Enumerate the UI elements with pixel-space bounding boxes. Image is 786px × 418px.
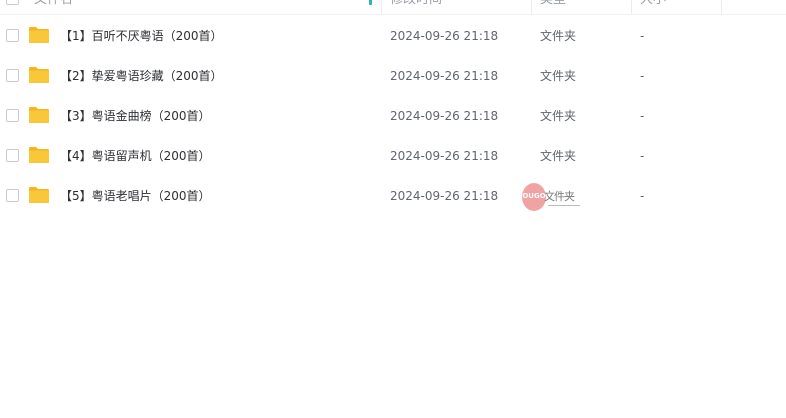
row-checkbox[interactable] [6, 149, 19, 162]
file-size: - [640, 69, 645, 83]
row-checkbox[interactable] [6, 189, 19, 202]
file-mtime: 2024-09-26 21:18 [390, 69, 499, 83]
file-list-header: 文件名 修改时间 类型 大小 [0, 0, 786, 15]
column-header-mtime[interactable]: 修改时间 [390, 0, 442, 14]
file-size: - [640, 189, 645, 203]
file-name[interactable]: 【3】粤语金曲榜（200首） [60, 96, 211, 136]
file-mtime: 2024-09-26 21:18 [390, 189, 499, 203]
file-size: - [640, 109, 645, 123]
file-size: - [640, 29, 645, 43]
file-type: 文件夹 [540, 29, 577, 43]
column-divider[interactable] [531, 0, 532, 14]
sort-indicator-icon[interactable] [369, 0, 372, 5]
row-checkbox[interactable] [6, 69, 19, 82]
row-checkbox[interactable] [6, 29, 19, 42]
file-name[interactable]: 【1】百听不厌粤语（200首） [60, 16, 223, 56]
column-header-size[interactable]: 大小 [640, 0, 666, 14]
file-mtime: 2024-09-26 21:18 [390, 109, 499, 123]
file-row[interactable]: 【1】百听不厌粤语（200首） 2024-09-26 21:18 文件夹 - [0, 16, 786, 56]
file-type: 文件夹 [540, 149, 577, 163]
file-row[interactable]: 【5】粤语老唱片（200首） 2024-09-26 21:18 - [0, 176, 786, 216]
file-mtime: 2024-09-26 21:18 [390, 149, 499, 163]
file-list: 【1】百听不厌粤语（200首） 2024-09-26 21:18 文件夹 - 【… [0, 16, 786, 216]
folder-icon [28, 186, 50, 204]
column-header-type[interactable]: 类型 [540, 0, 566, 14]
file-mtime: 2024-09-26 21:18 [390, 29, 499, 43]
column-header-name[interactable]: 文件名 [34, 0, 73, 14]
file-row[interactable]: 【2】挚爱粤语珍藏（200首） 2024-09-26 21:18 文件夹 - [0, 56, 786, 96]
folder-icon [28, 66, 50, 84]
file-type: 文件夹 [540, 69, 577, 83]
select-all-checkbox[interactable] [6, 0, 19, 5]
column-divider[interactable] [721, 0, 722, 14]
file-row[interactable]: 【3】粤语金曲榜（200首） 2024-09-26 21:18 文件夹 - [0, 96, 786, 136]
file-name[interactable]: 【4】粤语留声机（200首） [60, 136, 211, 176]
file-list-page: 文件名 修改时间 类型 大小 【1】百听不厌粤语（200首） 2024-09-2… [0, 0, 786, 418]
row-checkbox[interactable] [6, 109, 19, 122]
folder-icon [28, 146, 50, 164]
file-name[interactable]: 【2】挚爱粤语珍藏（200首） [60, 56, 223, 96]
column-divider[interactable] [631, 0, 632, 14]
folder-icon [28, 26, 50, 44]
file-size: - [640, 149, 645, 163]
folder-icon [28, 106, 50, 124]
file-name[interactable]: 【5】粤语老唱片（200首） [60, 176, 211, 216]
column-divider[interactable] [381, 0, 382, 14]
file-row[interactable]: 【4】粤语留声机（200首） 2024-09-26 21:18 文件夹 - [0, 136, 786, 176]
file-type: 文件夹 [540, 109, 577, 123]
